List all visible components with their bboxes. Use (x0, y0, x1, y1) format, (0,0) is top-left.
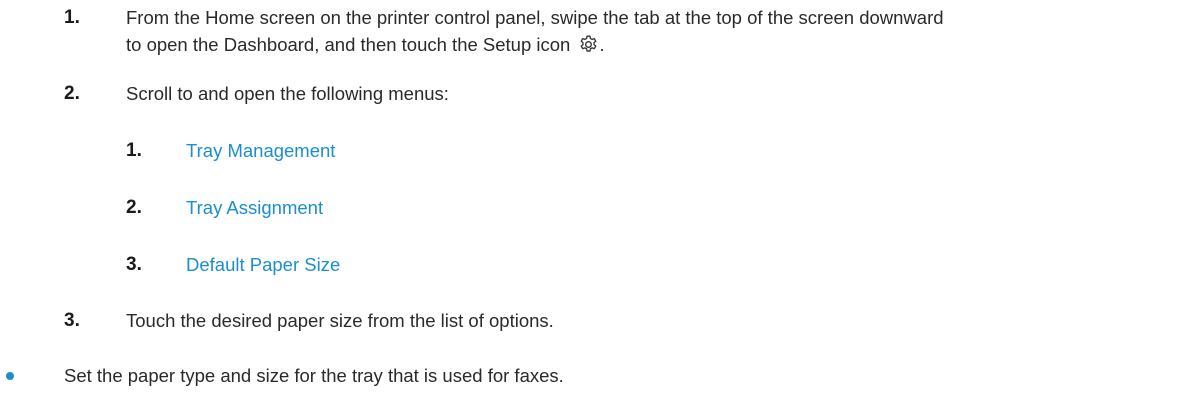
step-text-line1: From the Home screen on the printer cont… (126, 7, 944, 28)
link-tray-assignment[interactable]: Tray Assignment (186, 196, 323, 220)
substep-number: 1. (126, 140, 142, 161)
link-tray-management[interactable]: Tray Management (186, 139, 335, 163)
instructions-document: 1. From the Home screen on the printer c… (0, 0, 1204, 406)
step-number: 3. (64, 310, 80, 331)
step-number: 1. (64, 7, 80, 28)
link-default-paper-size[interactable]: Default Paper Size (186, 253, 340, 277)
gear-icon (581, 35, 597, 52)
step-text-line2: to open the Dashboard, and then touch th… (126, 33, 605, 57)
step-text-line2-main: to open the Dashboard, and then touch th… (126, 34, 571, 55)
step-number: 2. (64, 83, 80, 104)
bullet-text: Set the paper type and size for the tray… (64, 365, 564, 386)
step-text-line2-end: . (599, 34, 605, 55)
substep-number: 2. (126, 197, 142, 218)
substep-number: 3. (126, 254, 142, 275)
step-text: Scroll to and open the following menus: (126, 83, 449, 104)
step-text: Touch the desired paper size from the li… (126, 310, 554, 331)
bullet-icon (6, 372, 14, 380)
